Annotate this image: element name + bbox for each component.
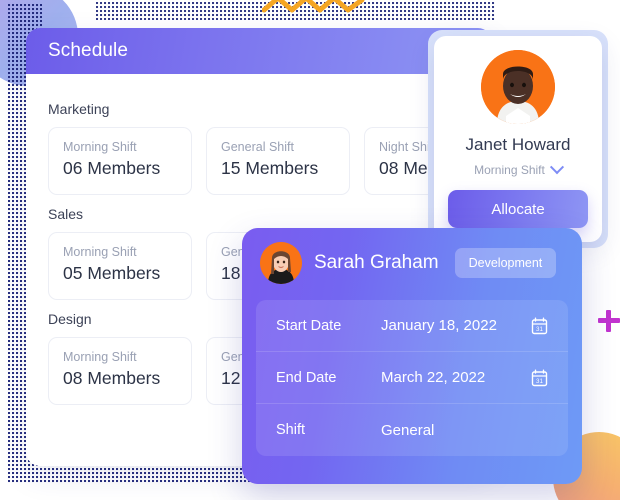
department-badge: Development (454, 248, 557, 278)
table-row[interactable]: Shift General (256, 404, 568, 456)
detail-key: End Date (276, 369, 337, 386)
shift-card[interactable]: Morning Shift 08 Members (48, 337, 192, 405)
shift-member-count: 06 Members (63, 158, 161, 178)
shift-member-count: 05 Members (63, 263, 161, 283)
table-row[interactable]: Start Date January 18, 2022 31 (256, 300, 568, 352)
avatar (260, 242, 302, 284)
shift-row-marketing: Morning Shift 06 Members General Shift 1… (48, 127, 492, 195)
detail-value: March 22, 2022 (381, 369, 486, 386)
zigzag-squiggle-icon (262, 0, 365, 13)
employee-details-table: Start Date January 18, 2022 31 End Date … (256, 300, 568, 456)
schedule-header: Schedule (26, 28, 492, 74)
employee-header: Sarah Graham Development (256, 242, 568, 284)
detail-value: General (381, 421, 435, 439)
shift-label: General Shift (221, 140, 294, 154)
page-title: Schedule (48, 40, 129, 61)
shift-card[interactable]: Morning Shift 06 Members (48, 127, 192, 195)
detail-key: Shift (276, 422, 306, 438)
department-heading-sales: Sales (48, 206, 84, 222)
svg-text:31: 31 (536, 378, 543, 385)
employee-detail-panel: Sarah Graham Development Start Date Janu… (242, 228, 582, 484)
shift-label: Morning Shift (63, 140, 137, 154)
employee-name: Janet Howard (465, 135, 571, 154)
table-row[interactable]: End Date March 22, 2022 31 (256, 352, 568, 404)
department-heading-marketing: Marketing (48, 101, 110, 117)
detail-key: Start Date (276, 317, 342, 334)
calendar-icon[interactable]: 31 (531, 369, 548, 387)
shift-member-count: 08 Members (63, 368, 161, 388)
detail-value: January 18, 2022 (381, 317, 497, 334)
canvas: Schedule Marketing Morning Shift 06 Memb… (0, 0, 620, 500)
calendar-icon[interactable]: 31 (531, 317, 548, 335)
shift-card[interactable]: Morning Shift 05 Members (48, 232, 192, 300)
shift-label: Morning Shift (63, 350, 137, 364)
allocate-button[interactable]: Allocate (448, 190, 588, 228)
svg-text:31: 31 (536, 326, 543, 333)
shift-label: Morning Shift (63, 245, 137, 259)
shift-select[interactable]: Morning Shift (474, 160, 564, 177)
chevron-down-icon[interactable] (549, 160, 564, 175)
shift-select-value: Morning Shift (474, 163, 545, 177)
shift-member-count: 15 Members (221, 158, 319, 178)
employee-name: Sarah Graham (314, 252, 439, 273)
plus-mark-icon (598, 310, 620, 332)
shift-card[interactable]: General Shift 15 Members (206, 127, 350, 195)
allocate-popup: Janet Howard Morning Shift Allocate (434, 36, 602, 242)
avatar (481, 50, 555, 124)
